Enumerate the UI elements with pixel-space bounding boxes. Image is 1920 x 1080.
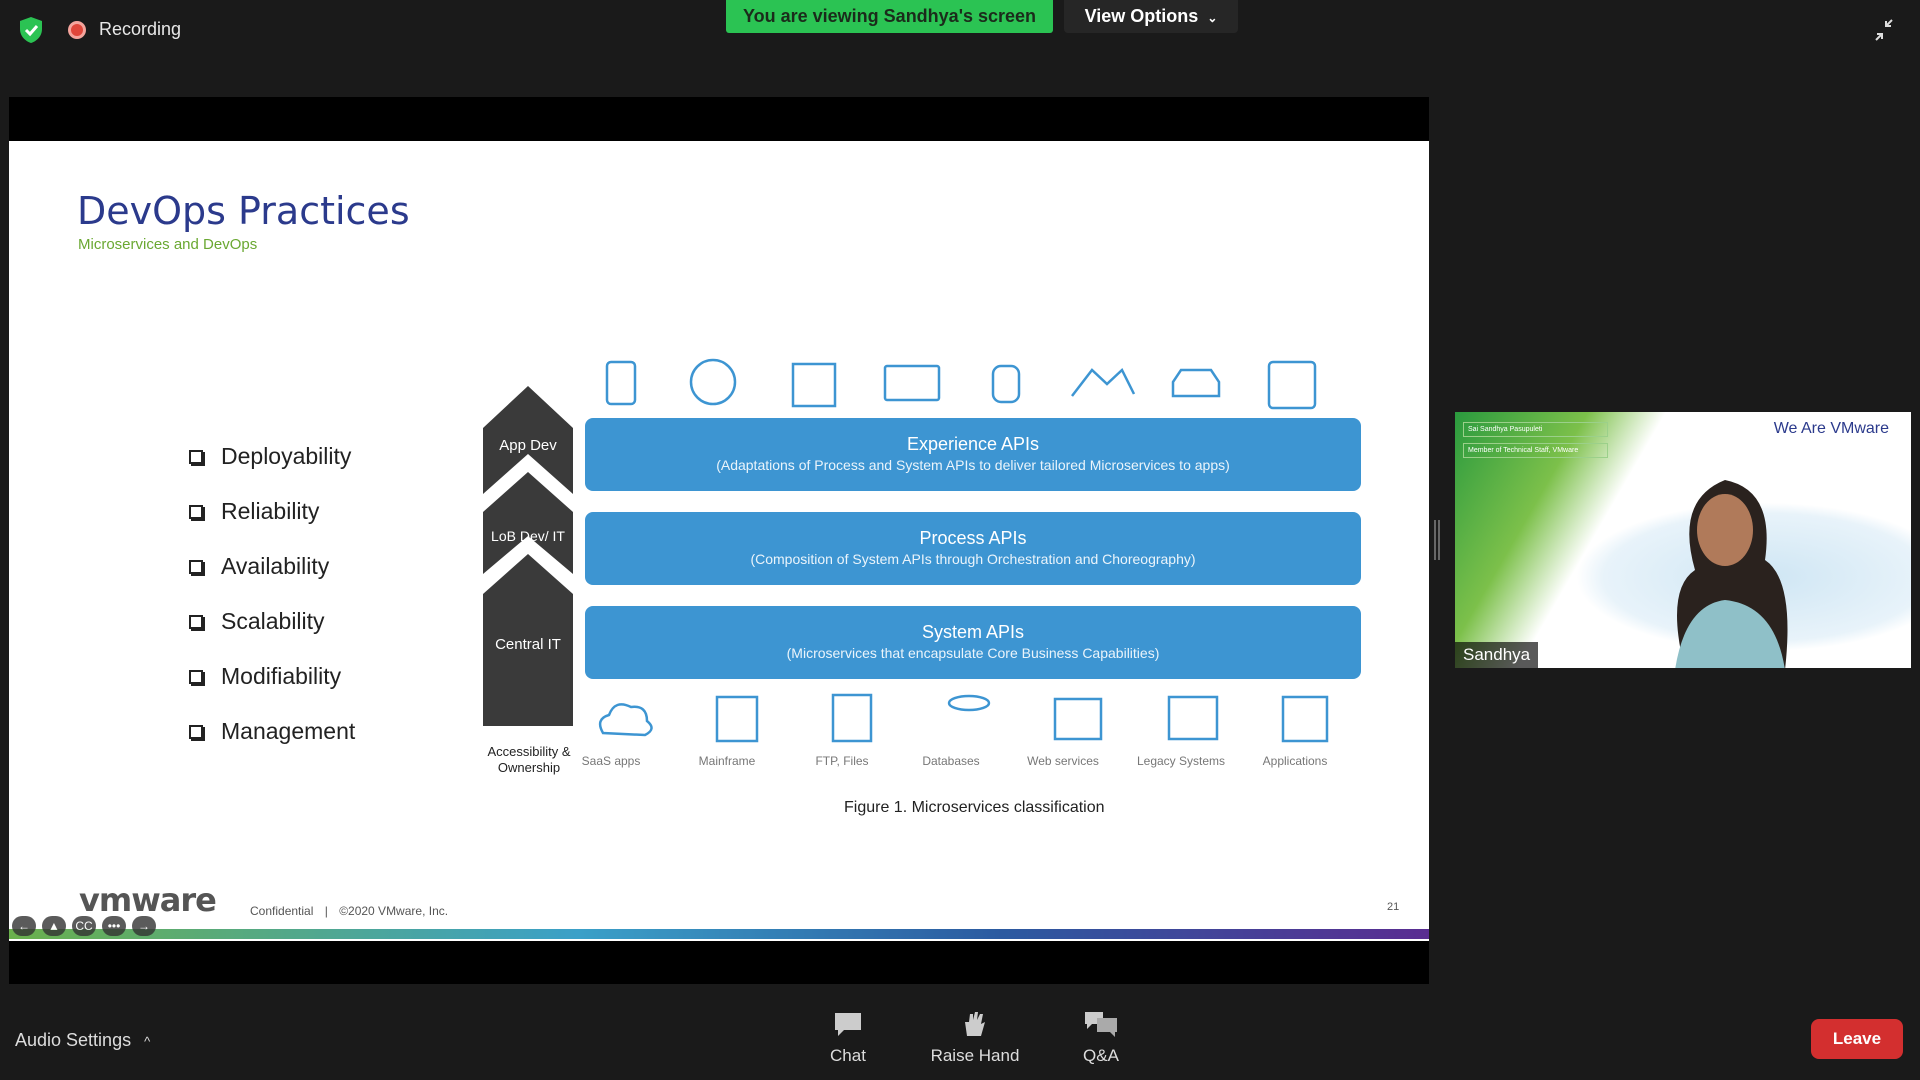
arrow-label-lob: LoB Dev/ IT	[491, 528, 565, 544]
page-number: 21	[1387, 901, 1400, 913]
source-label: SaaS apps	[581, 754, 641, 768]
chevron-up-icon: ^	[144, 1034, 151, 1049]
source-label: Web services	[1027, 754, 1099, 768]
ownership-arrow-stack: App Dev LoB Dev/ IT Central IT	[483, 386, 573, 726]
list-item: Scalability	[189, 594, 355, 649]
raise-hand-icon	[965, 1012, 985, 1036]
list-item: Reliability	[189, 484, 355, 539]
list-item: Availability	[189, 539, 355, 594]
participant-name: Sandhya	[1455, 642, 1539, 668]
mobile-icon	[605, 360, 637, 406]
web-service-icon	[1053, 697, 1103, 741]
recording-icon[interactable]	[68, 21, 86, 39]
microservices-diagram: App Dev LoB Dev/ IT Central IT Accessibi…	[474, 356, 1374, 816]
raise-hand-label: Raise Hand	[930, 1046, 1020, 1065]
presentation-slide: DevOps Practices Microservices and DevOp…	[9, 141, 1429, 941]
checkbox-bullet-icon	[189, 669, 203, 684]
top-bar: Recording You are viewing Sandhya's scre…	[0, 0, 1920, 60]
exit-fullscreen-icon[interactable]	[1870, 16, 1898, 44]
bullet-list: Deployability Reliability Availability S…	[189, 429, 355, 759]
chat-button[interactable]: Chat	[793, 1010, 903, 1066]
file-icon	[831, 693, 873, 743]
chevron-down-icon: ⌄	[1207, 11, 1218, 25]
chat-label: Chat	[830, 1046, 866, 1065]
name-badge: Sai Sandhya Pasupuleti	[1463, 422, 1608, 437]
car-icon	[1171, 368, 1221, 398]
user-icon	[689, 358, 737, 406]
audio-settings-label: Audio Settings	[15, 1030, 132, 1050]
legacy-system-icon	[1167, 695, 1219, 741]
footer-copyright: ©2020 VMware, Inc.	[339, 904, 449, 918]
source-label: Mainframe	[698, 754, 756, 768]
view-options-button[interactable]: View Options ⌄	[1064, 0, 1238, 33]
pen-icon[interactable]: ▲	[42, 916, 66, 936]
qa-label: Q&A	[1083, 1046, 1119, 1065]
appliance-icon	[1267, 360, 1317, 410]
database-icon	[947, 694, 991, 712]
previous-slide-icon[interactable]: ←	[12, 916, 36, 936]
device-icons-row	[605, 358, 1317, 410]
handshake-icon	[1071, 367, 1136, 397]
title-badge: Member of Technical Staff, VMware	[1463, 443, 1608, 458]
source-icons-row	[598, 693, 1329, 743]
source-label: FTP, Files	[815, 754, 869, 768]
background-text: We Are VMware	[1773, 420, 1889, 437]
process-apis-layer: Process APIs (Composition of System APIs…	[585, 512, 1361, 585]
applications-icon	[1281, 695, 1329, 743]
qa-button[interactable]: Q&A	[1046, 1010, 1156, 1066]
source-label: Databases	[922, 754, 980, 768]
source-label: Legacy Systems	[1136, 754, 1226, 768]
cloud-icon	[598, 703, 653, 737]
watch-icon	[991, 364, 1021, 404]
figure-caption: Figure 1. Microservices classification	[844, 799, 1105, 816]
system-apis-layer: System APIs (Microservices that encapsul…	[585, 606, 1361, 679]
captions-icon[interactable]: CC	[72, 916, 96, 936]
viewing-banner: You are viewing Sandhya's screen	[726, 0, 1053, 33]
leave-button[interactable]: Leave	[1811, 1019, 1903, 1059]
checkbox-bullet-icon	[189, 449, 203, 464]
raise-hand-button[interactable]: Raise Hand	[920, 1010, 1030, 1066]
slide-title: DevOps Practices	[77, 189, 410, 233]
list-item: Management	[189, 704, 355, 759]
experience-apis-layer: Experience APIs (Adaptations of Process …	[585, 418, 1361, 491]
mainframe-icon	[715, 695, 759, 743]
chat-icon	[835, 1013, 861, 1036]
slide-footer: Confidential | ©2020 VMware, Inc.	[250, 904, 449, 918]
arrow-label-central-it: Central IT	[495, 636, 561, 653]
checkbox-bullet-icon	[189, 504, 203, 519]
shield-check-icon[interactable]	[18, 16, 44, 44]
checkbox-bullet-icon	[189, 559, 203, 574]
resize-handle[interactable]	[1434, 520, 1440, 560]
slide-controls: ← ▲ CC ••• →	[12, 916, 156, 936]
checkbox-bullet-icon	[189, 614, 203, 629]
qa-icon	[1085, 1012, 1117, 1037]
recording-label: Recording	[99, 19, 182, 39]
slide-subtitle: Microservices and DevOps	[78, 236, 258, 253]
monitor-icon	[883, 364, 941, 402]
audio-settings-button[interactable]: Audio Settings ^	[15, 1030, 150, 1051]
gradient-bar	[9, 929, 1429, 939]
list-item: Deployability	[189, 429, 355, 484]
vmware-logo: vmware	[79, 881, 217, 919]
more-icon[interactable]: •••	[102, 916, 126, 936]
checkbox-bullet-icon	[189, 724, 203, 739]
participant-silhouette	[1675, 480, 1788, 668]
view-options-label: View Options	[1084, 6, 1199, 26]
list-item: Modifiability	[189, 649, 355, 704]
building-icon	[791, 362, 837, 408]
footer-confidential: Confidential	[250, 904, 314, 918]
arrow-label-app-dev: App Dev	[499, 437, 557, 454]
next-slide-icon[interactable]: →	[132, 916, 156, 936]
participant-video[interactable]: Sai Sandhya Pasupuleti Member of Technic…	[1455, 412, 1911, 668]
source-label: Applications	[1262, 754, 1328, 768]
